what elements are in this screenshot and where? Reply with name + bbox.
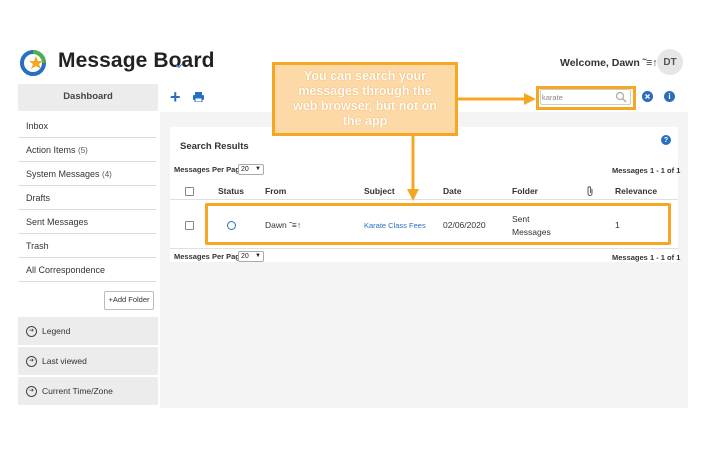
sidebar-item-label: Drafts: [26, 193, 51, 203]
sidebar-item-drafts[interactable]: Drafts: [18, 186, 156, 210]
add-folder-button[interactable]: +Add Folder: [104, 291, 154, 310]
message-count-top: Messages 1 - 1 of 1: [612, 166, 681, 175]
help-icon[interactable]: ?: [661, 135, 671, 145]
circle-arrow-right-icon: ➜: [26, 325, 37, 337]
accordion-label: Last viewed: [42, 356, 87, 366]
sidebar-item-sent-messages[interactable]: Sent Messages: [18, 210, 156, 234]
sidebar-item-trash[interactable]: Trash: [18, 234, 156, 258]
messages-per-page-label: Messages Per Page: [174, 165, 245, 174]
chevron-down-icon[interactable]: ⌄: [172, 53, 185, 73]
attachment-icon[interactable]: [587, 186, 594, 196]
message-count-bottom: Messages 1 - 1 of 1: [612, 253, 681, 262]
sidebar-item-label: Inbox: [26, 121, 49, 131]
messages-per-page-select[interactable]: 20 ▼: [238, 164, 264, 175]
column-header-status[interactable]: Status: [218, 186, 244, 196]
app-logo-icon: [20, 50, 46, 76]
info-icon[interactable]: i: [664, 91, 675, 102]
search-results-title: Search Results: [180, 141, 249, 152]
result-row-highlight: [205, 203, 671, 245]
welcome-text: Welcome, Dawn ˜≡↑: [560, 57, 658, 69]
sidebar-item-label: System Messages: [26, 169, 100, 179]
messages-per-page-select-bottom[interactable]: 20 ▼: [238, 251, 264, 262]
sidebar-item-system-messages[interactable]: System Messages (4): [18, 162, 156, 186]
column-header-date[interactable]: Date: [443, 186, 461, 196]
column-header-from[interactable]: From: [265, 186, 286, 196]
messages-per-page-label-bottom: Messages Per Page: [174, 252, 245, 261]
circle-arrow-right-icon: ➜: [26, 385, 37, 397]
search-box-highlight: [536, 86, 636, 110]
new-message-plus-icon[interactable]: +: [170, 88, 181, 106]
print-icon[interactable]: [193, 92, 204, 102]
select-all-checkbox[interactable]: [185, 187, 194, 196]
sidebar-item-count: (4): [102, 170, 112, 179]
column-header-relevance[interactable]: Relevance: [615, 186, 657, 196]
column-header-folder[interactable]: Folder: [512, 186, 538, 196]
callout-line: You can search your: [303, 69, 427, 83]
clear-search-icon[interactable]: [642, 91, 653, 102]
avatar[interactable]: DT: [657, 49, 683, 75]
sidebar-item-label: Sent Messages: [26, 217, 89, 227]
chevron-down-icon: ▼: [255, 253, 261, 259]
callout-line: web browser, but not on: [293, 99, 437, 113]
annotation-callout: You can search your messages through the…: [272, 62, 458, 136]
sidebar-item-count: (5): [78, 146, 88, 155]
sidebar-item-label: Trash: [26, 241, 49, 251]
chevron-down-icon: ▼: [255, 166, 261, 172]
column-header-subject[interactable]: Subject: [364, 186, 395, 196]
select-value: 20: [241, 253, 249, 260]
callout-line: the app: [342, 114, 388, 128]
row-checkbox[interactable]: [185, 221, 194, 230]
sidebar-item-all-correspondence[interactable]: All Correspondence: [18, 258, 156, 282]
legend-accordion[interactable]: ➜ Legend: [18, 317, 158, 345]
circle-arrow-right-icon: ➜: [26, 355, 37, 367]
sidebar-item-label: Action Items: [26, 145, 76, 155]
app-title: Message Board: [58, 49, 215, 72]
sidebar-item-dashboard[interactable]: Dashboard: [18, 91, 158, 102]
row-divider: [170, 248, 678, 249]
last-viewed-accordion[interactable]: ➜ Last viewed: [18, 347, 158, 375]
sidebar-item-label: All Correspondence: [26, 265, 106, 275]
sidebar-item-action-items[interactable]: Action Items (5): [18, 138, 156, 162]
header-divider: [170, 199, 678, 200]
callout-line: messages through the: [298, 84, 432, 98]
accordion-label: Legend: [42, 326, 71, 336]
select-value: 20: [241, 166, 249, 173]
sidebar-item-inbox[interactable]: Inbox: [18, 114, 156, 138]
accordion-label: Current Time/Zone: [42, 386, 113, 396]
current-time-zone-accordion[interactable]: ➜ Current Time/Zone: [18, 377, 158, 405]
